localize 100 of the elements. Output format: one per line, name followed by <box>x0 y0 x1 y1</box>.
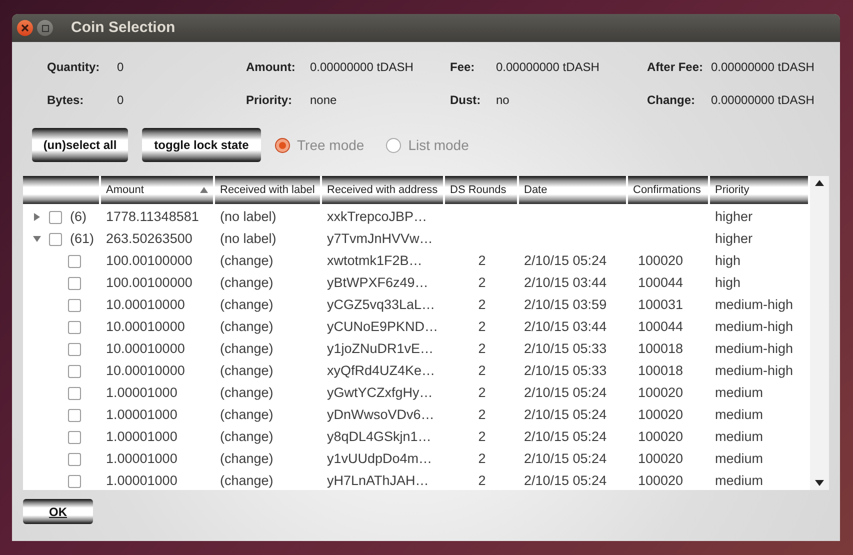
checkbox[interactable] <box>68 386 81 400</box>
collapsed-arrow-icon[interactable] <box>32 212 41 222</box>
checkbox[interactable] <box>68 474 81 488</box>
address-cell-text: y8qDL4GSkjn1… <box>327 428 432 446</box>
priority-cell-text: high <box>715 274 741 292</box>
address-cell-text: yCGZ5vq33LaL… <box>327 296 436 314</box>
summary-value: no <box>496 92 510 109</box>
ds-rounds-cell-text: 2 <box>478 340 486 358</box>
summary-label: Bytes: <box>47 92 85 109</box>
confirmations-cell-text: 100031 <box>638 296 684 314</box>
summary-value: 0 <box>117 59 124 76</box>
scrollbar[interactable] <box>810 176 829 490</box>
label-cell-text: (change) <box>220 406 274 424</box>
radio-button[interactable] <box>386 138 402 152</box>
checkbox[interactable] <box>68 298 81 312</box>
checkbox[interactable] <box>68 342 81 356</box>
summary-value: none <box>310 92 337 109</box>
priority-cell-text: high <box>715 252 741 270</box>
column-header[interactable]: Received with label <box>215 176 322 204</box>
confirmations-cell-text: 100044 <box>638 318 684 336</box>
ds-rounds-cell-text: 2 <box>478 450 486 468</box>
summary-value: 0.00000000 tDASH <box>310 59 414 76</box>
summary-label: Amount: <box>246 59 296 76</box>
label-cell-text: (change) <box>220 384 274 402</box>
priority-cell-text: medium-high <box>715 318 794 336</box>
checkbox[interactable] <box>68 254 81 268</box>
checkbox[interactable] <box>68 320 81 334</box>
amount-cell-text: 100.00100000 <box>106 274 192 292</box>
confirmations-cell-text: 100020 <box>638 450 684 468</box>
label-cell-text: (change) <box>220 362 274 380</box>
summary-label: Change: <box>647 92 696 109</box>
address-cell-text: xxkTrepcoJBP… <box>327 208 428 226</box>
close-icon[interactable] <box>17 20 33 36</box>
column-header[interactable]: DS Rounds <box>445 176 519 204</box>
expanded-arrow-icon[interactable] <box>32 234 41 244</box>
amount-cell-text: 10.00010000 <box>106 318 185 336</box>
summary-value: 0 <box>117 92 124 109</box>
confirmations-cell-text: 100020 <box>638 384 684 402</box>
ds-rounds-cell-text: 2 <box>478 362 486 380</box>
column-header[interactable]: Date <box>519 176 628 204</box>
date-cell-text: 2/10/15 05:24 <box>524 406 607 424</box>
confirmations-cell-text: 100020 <box>638 252 684 270</box>
checkbox[interactable] <box>49 210 62 224</box>
radio-button[interactable] <box>275 138 290 152</box>
confirmations-cell-text: 100020 <box>638 472 684 490</box>
address-cell-text: yH7LnAThJAH… <box>327 472 429 490</box>
column-header[interactable]: Confirmations <box>628 176 710 204</box>
ds-rounds-cell-text: 2 <box>478 406 486 424</box>
address-cell-text: yGwtYCZxfgHy… <box>327 384 433 402</box>
amount-cell-text: 1.00001000 <box>106 384 178 402</box>
action-button[interactable]: (un)select all <box>32 128 128 162</box>
date-cell-text: 2/10/15 05:33 <box>524 362 607 380</box>
child-count: (61) <box>70 230 94 248</box>
summary-label: Dust: <box>450 92 482 109</box>
address-cell-text: yCUNoE9PKND… <box>327 318 438 336</box>
checkbox[interactable] <box>68 408 81 422</box>
label-cell-text: (change) <box>220 450 274 468</box>
address-cell-text: yDnWwsoVDv6… <box>327 406 434 424</box>
date-cell-text: 2/10/15 03:44 <box>524 318 607 336</box>
priority-cell-text: higher <box>715 208 753 226</box>
sort-arrow-icon <box>200 187 208 193</box>
scroll-down-icon[interactable] <box>815 480 824 486</box>
ok-button[interactable]: OK <box>23 499 93 524</box>
confirmations-cell-text: 100018 <box>638 362 684 380</box>
address-cell-text: yBtWPXF6z49… <box>327 274 428 292</box>
checkbox[interactable] <box>68 276 81 290</box>
action-button[interactable]: toggle lock state <box>142 128 261 162</box>
ds-rounds-cell-text: 2 <box>478 274 486 292</box>
ds-rounds-cell-text: 2 <box>478 252 486 270</box>
checkbox[interactable] <box>49 232 62 246</box>
address-cell-text: xwtotmk1F2B… <box>327 252 422 270</box>
child-count: (6) <box>70 208 86 226</box>
amount-cell-text: 1.00001000 <box>106 428 178 446</box>
confirmations-cell-text: 100020 <box>638 406 684 424</box>
amount-cell-text: 1778.11348581 <box>106 208 199 226</box>
address-cell-text: y1joZNuDR1vE… <box>327 340 434 358</box>
summary-value: 0.00000000 tDASH <box>496 59 600 76</box>
checkbox[interactable] <box>68 452 81 466</box>
date-cell-text: 2/10/15 05:24 <box>524 252 607 270</box>
column-header[interactable]: Priority <box>710 176 810 204</box>
maximize-icon[interactable] <box>37 20 53 36</box>
window-title: Coin Selection <box>71 18 176 38</box>
label-cell-text: (change) <box>220 252 274 270</box>
date-cell-text: 2/10/15 03:59 <box>524 296 607 314</box>
address-cell-text: y1vUUdpDo4m… <box>327 450 432 468</box>
column-header[interactable]: Received with address <box>322 176 445 204</box>
checkbox[interactable] <box>68 364 81 378</box>
date-cell-text: 2/10/15 05:24 <box>524 428 607 446</box>
ds-rounds-cell-text: 2 <box>478 384 486 402</box>
checkbox[interactable] <box>68 430 81 444</box>
summary-label: Priority: <box>246 92 294 109</box>
label-cell-text: (change) <box>220 428 274 446</box>
label-cell-text: (change) <box>220 318 274 336</box>
amount-cell-text: 1.00001000 <box>106 406 178 424</box>
confirmations-cell-text: 100018 <box>638 340 684 358</box>
column-header[interactable]: Amount <box>101 176 215 204</box>
label-cell-text: (no label) <box>220 208 276 226</box>
priority-cell-text: medium <box>715 472 764 490</box>
scroll-up-icon[interactable] <box>815 180 824 186</box>
column-header[interactable] <box>23 176 101 204</box>
